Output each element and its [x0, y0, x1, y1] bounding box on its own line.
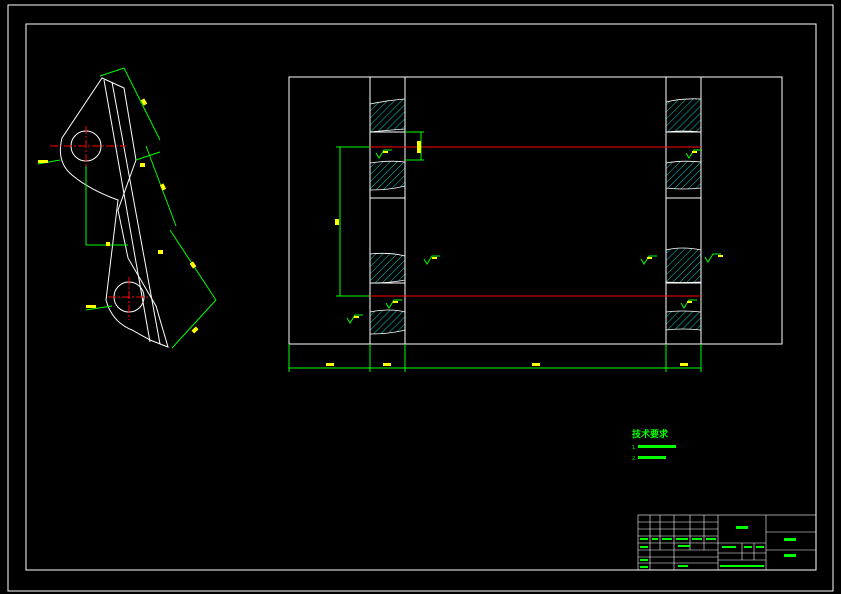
- hatch-left-4: [369, 309, 406, 335]
- hatch-right-2: [665, 160, 702, 190]
- hatch-left-3: [369, 252, 406, 284]
- dim-text-4: [189, 261, 197, 269]
- cad-drawing-canvas: 技术要求 1. 2.: [7, 4, 834, 592]
- outer-frame: [7, 4, 834, 592]
- dim-text-5: [191, 326, 199, 334]
- hatch-left-2: [369, 160, 406, 191]
- dim-text-bottom-4: [680, 363, 688, 366]
- dim-text-bottom-2: [383, 363, 391, 366]
- dim-text-7: [106, 242, 110, 246]
- title-block: [637, 514, 817, 571]
- dim-line-bottom-right: [171, 299, 217, 349]
- dim-text-bottom-1: [326, 363, 334, 366]
- dim-text-vertical: [335, 219, 339, 225]
- dim-text-small: [417, 141, 421, 153]
- tech-req-title: 技术要求: [632, 428, 669, 440]
- hatch-right-1: [665, 98, 702, 133]
- dim-text-bottom-3: [532, 363, 540, 366]
- dim-line-top-right: [123, 67, 161, 141]
- hatch-left-1: [369, 98, 406, 133]
- hatch-right-3: [665, 247, 702, 283]
- dim-line-top-slanted: [99, 67, 125, 77]
- dim-text-6: [38, 160, 48, 163]
- dim-text-9: [158, 250, 163, 254]
- plate-outline: [288, 76, 783, 345]
- tech-req-line-1: 1.: [632, 445, 637, 451]
- side-view-outline: [59, 77, 169, 348]
- dim-text-8: [86, 305, 96, 308]
- side-view: [37, 67, 217, 349]
- tech-requirements: 技术要求 1. 2.: [632, 428, 676, 462]
- dim-text-3: [140, 163, 145, 167]
- side-view-inner-edge-2: [111, 81, 161, 345]
- tech-req-line-2: 2.: [632, 456, 637, 462]
- plan-view: [288, 76, 783, 372]
- hatch-right-4: [665, 310, 702, 331]
- dim-line-mid-ext: [135, 151, 161, 161]
